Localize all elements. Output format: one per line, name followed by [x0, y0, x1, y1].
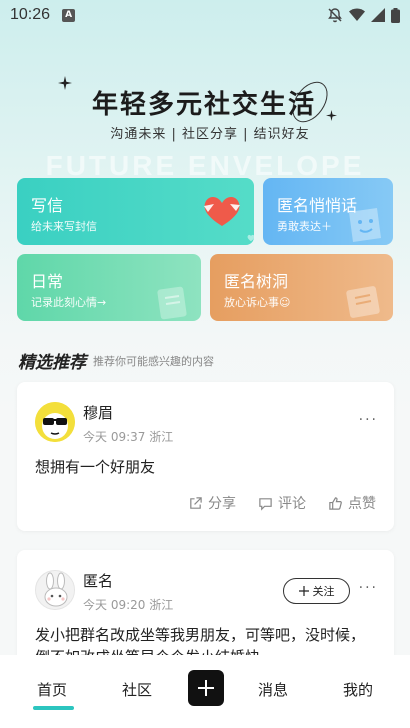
- anonymous-whisper-subtitle: 勇敢表达＋: [277, 220, 332, 233]
- tree-hole-title: 匿名树洞: [224, 272, 289, 291]
- nav-profile[interactable]: 我的: [343, 679, 373, 700]
- write-letter-title: 写信: [31, 196, 64, 215]
- like-label: 点赞: [348, 496, 376, 512]
- post-content[interactable]: 想拥有一个好朋友: [35, 456, 376, 478]
- bottom-navigation: 首页 社区 消息 我的: [0, 655, 410, 728]
- thumbs-up-icon: [329, 496, 342, 510]
- follow-button[interactable]: 关注: [283, 578, 350, 604]
- avatar[interactable]: [35, 402, 75, 442]
- featured-section-title: 精选推荐: [18, 353, 86, 373]
- share-icon: [190, 496, 202, 509]
- comment-label: 评论: [278, 496, 306, 512]
- small-heart-icon: [247, 234, 254, 242]
- post-content[interactable]: 发小把群名改成坐等我男朋友，可等吧，没时候，倒不如改成坐等早个个发小结婚快: [35, 624, 376, 658]
- plus-icon: [298, 586, 309, 596]
- post-time: 今天 09:37: [83, 430, 146, 444]
- notebook-icon: [157, 286, 187, 320]
- post-meta: 今天 09:37 浙江: [83, 428, 173, 445]
- signal-icon: [371, 8, 385, 22]
- post-location: 浙江: [149, 598, 174, 612]
- wifi-icon: [349, 8, 365, 21]
- heart-icon: [204, 197, 240, 226]
- add-post-button[interactable]: [188, 670, 224, 706]
- bunny-avatar-icon: [36, 571, 74, 609]
- sunglasses-avatar-icon: [35, 402, 75, 442]
- write-letter-subtitle: 给未来写封信: [31, 220, 97, 233]
- status-time: 10:26: [10, 6, 51, 23]
- post-card[interactable]: 穆眉 今天 09:37 浙江 ··· 想拥有一个好朋友 分享 评论 点赞: [17, 382, 394, 531]
- nav-community[interactable]: 社区: [122, 679, 152, 700]
- anonymous-whisper-card[interactable]: 匿名悄悄话 勇敢表达＋: [263, 178, 393, 245]
- hero-subtitle: 沟通未来 | 社区分享 | 结识好友: [110, 127, 310, 142]
- tree-hole-card[interactable]: 匿名树洞 放心诉心事☺: [210, 254, 393, 321]
- sparkle-icon: [58, 76, 72, 90]
- nav-messages[interactable]: 消息: [258, 679, 288, 700]
- featured-section-subtitle: 推荐你可能感兴趣的内容: [93, 355, 214, 368]
- share-button[interactable]: 分享: [188, 493, 236, 513]
- app-notification-icon: A: [62, 8, 76, 22]
- daily-subtitle: 记录此刻心情→: [31, 296, 107, 309]
- more-options-icon[interactable]: ···: [359, 580, 378, 596]
- battery-icon: [391, 7, 400, 23]
- post-author-name[interactable]: 匿名: [83, 570, 113, 591]
- hero-banner: 年轻多元社交生活 沟通未来 | 社区分享 | 结识好友 FUTURE ENVEL…: [0, 50, 410, 181]
- more-options-icon[interactable]: ···: [359, 412, 378, 428]
- share-label: 分享: [208, 496, 236, 512]
- paper-note-icon: [346, 286, 380, 318]
- post-location: 浙江: [149, 430, 174, 444]
- daily-card[interactable]: 日常 记录此刻心情→: [17, 254, 201, 321]
- hero-title: 年轻多元社交生活: [92, 90, 317, 120]
- mute-icon: [328, 8, 342, 23]
- follow-label: 关注: [312, 585, 335, 598]
- comment-button[interactable]: 评论: [258, 493, 306, 513]
- avatar[interactable]: [35, 570, 75, 610]
- tree-hole-subtitle: 放心诉心事☺: [224, 296, 291, 309]
- daily-title: 日常: [31, 272, 64, 291]
- like-button[interactable]: 点赞: [328, 493, 376, 513]
- nav-home[interactable]: 首页: [37, 679, 67, 700]
- post-meta: 今天 09:20 浙江: [83, 596, 173, 613]
- mask-face-icon: [349, 208, 381, 242]
- plus-icon: [198, 680, 214, 696]
- status-icons: [327, 7, 400, 23]
- post-author-name[interactable]: 穆眉: [83, 402, 113, 423]
- comment-icon: [259, 497, 272, 511]
- status-bar: 10:26 A: [0, 0, 410, 30]
- post-actions: 分享 评论 点赞: [188, 493, 376, 513]
- write-letter-card[interactable]: 写信 给未来写封信: [17, 178, 254, 245]
- nav-active-indicator: [33, 706, 74, 710]
- post-time: 今天 09:20: [83, 598, 146, 612]
